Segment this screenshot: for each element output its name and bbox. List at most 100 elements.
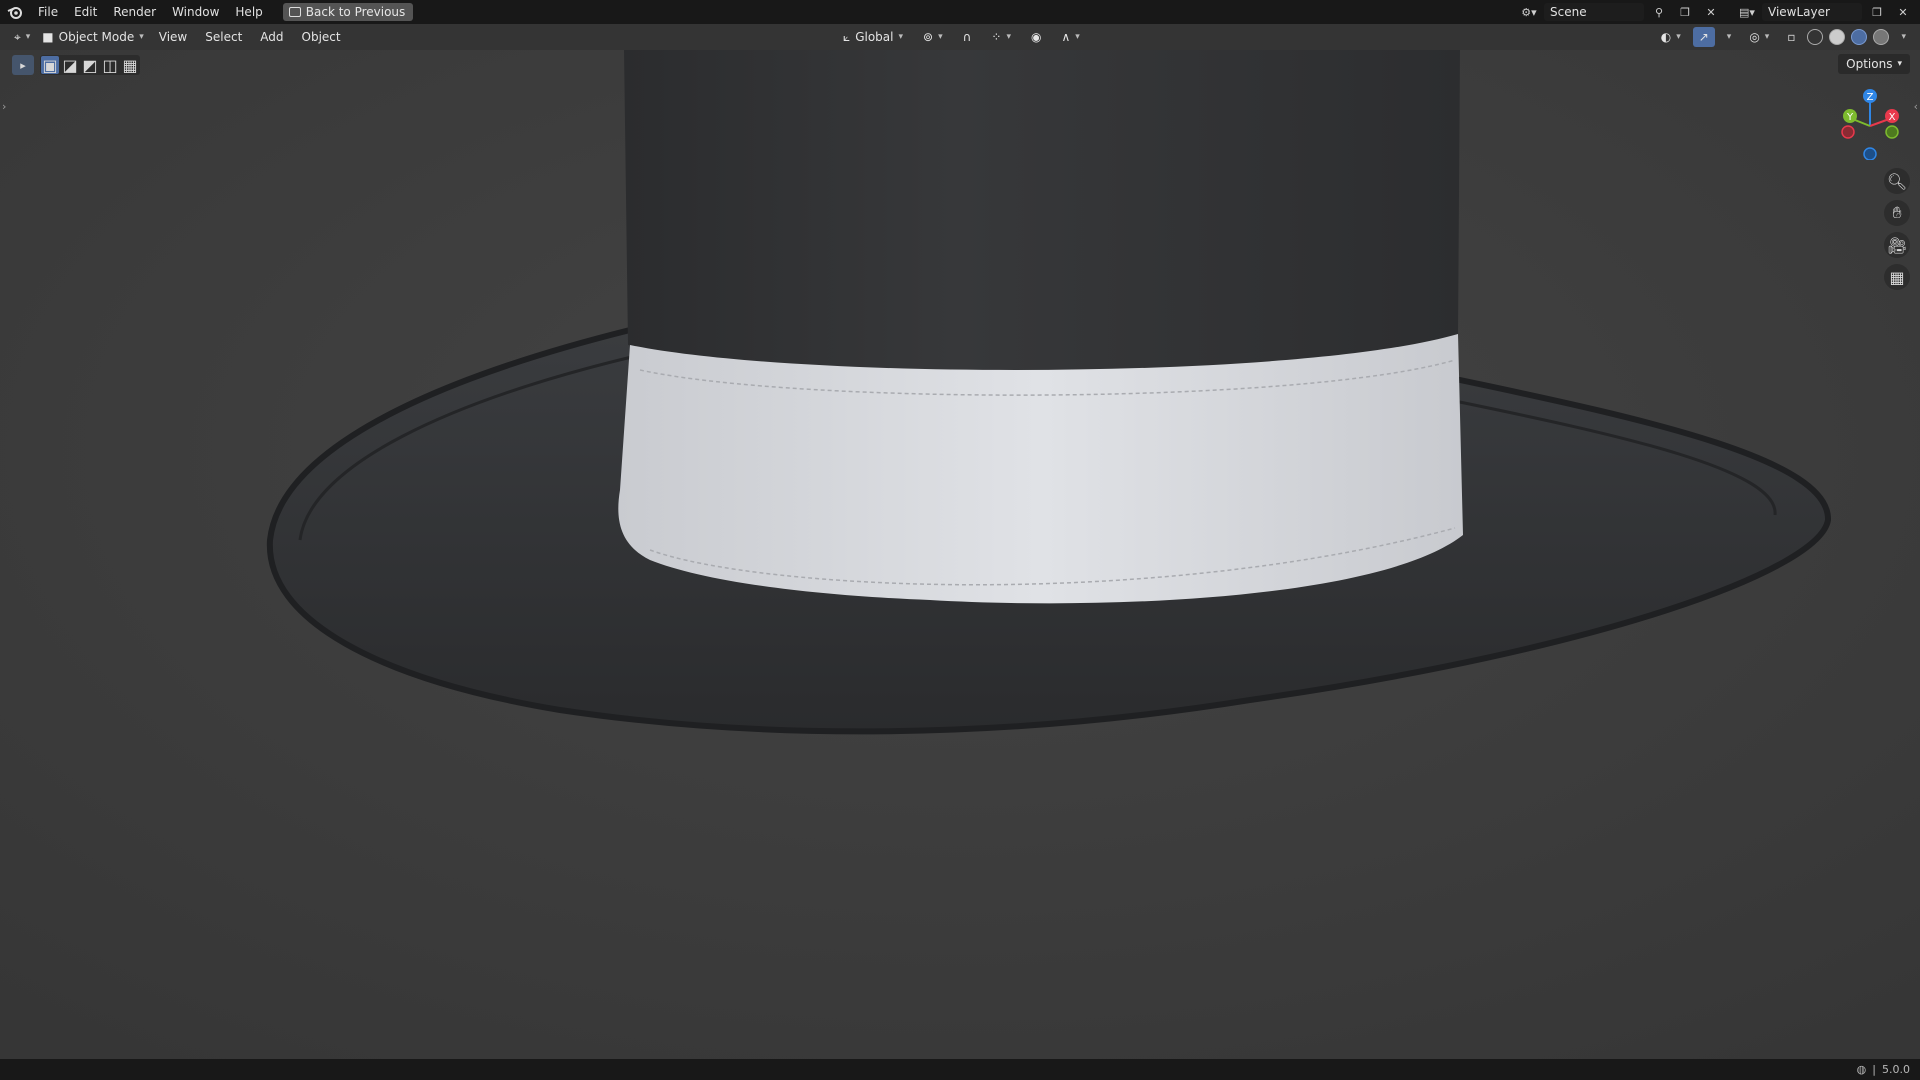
select-intersect-icon[interactable]: ▦ [121, 56, 139, 75]
pan-hand-icon[interactable]: ✋︎ [1884, 200, 1910, 226]
view-layer-browse-icon[interactable]: ▤▾ [1736, 3, 1758, 21]
chevron-down-icon: ▾ [139, 32, 144, 42]
shading-dropdown[interactable]: ▾ [1895, 27, 1912, 47]
neg-x-axis-icon[interactable] [1841, 125, 1855, 139]
scene-browse-icon[interactable]: ⚙▾ [1518, 3, 1540, 21]
select-subtract-icon[interactable]: ◩ [81, 56, 99, 75]
falloff-dropdown[interactable]: ∧ ▾ [1055, 27, 1085, 47]
neg-y-axis-icon[interactable] [1885, 125, 1899, 139]
status-bar: ◍ | 5.0.0 [0, 1059, 1920, 1080]
object-mode-icon: ■ [42, 30, 54, 44]
hat-crown [624, 50, 1460, 371]
grid-snap-icon: ⁘ [991, 30, 1002, 44]
selection-mode-group: ▣ ◪ ◩ ◫ ▦ [40, 55, 140, 75]
globe-icon: ◍ [1856, 1063, 1867, 1076]
chevron-down-icon: ▾ [938, 32, 943, 42]
select-extend-icon[interactable]: ◪ [61, 56, 79, 75]
overlay-icon: ◎ [1749, 30, 1760, 44]
navigation-gizmo[interactable]: Z X Y [1834, 88, 1906, 160]
y-axis-label: Y [1846, 112, 1854, 123]
viewport-header: ⌖ ▾ ■ Object Mode ▾ View Select Add Objec… [0, 24, 1920, 50]
chevron-down-icon: ▾ [1006, 32, 1011, 42]
gizmo-toggle[interactable]: ↗ [1692, 27, 1715, 47]
neg-z-axis-icon[interactable] [1863, 147, 1877, 160]
camera-view-icon[interactable]: 🎥︎ [1884, 232, 1910, 258]
falloff-icon: ∧ [1061, 30, 1071, 44]
menu-window[interactable]: Window [164, 0, 227, 24]
eye-icon: ◐ [1660, 30, 1672, 44]
menu-file[interactable]: File [30, 0, 66, 24]
pivot-dropdown[interactable]: ⊚ ▾ [917, 27, 949, 47]
options-dropdown[interactable]: Options ▾ [1838, 54, 1910, 74]
menu-help[interactable]: Help [227, 0, 270, 24]
navigation-controls: 🔍︎ ✋︎ 🎥︎ ▦ [1884, 168, 1910, 290]
x-axis-label: X [1889, 112, 1896, 123]
delete-view-layer-icon[interactable]: ✕ [1892, 3, 1914, 21]
chevron-down-icon: ▾ [1764, 32, 1770, 42]
snap-toggle[interactable]: ∩ [957, 27, 978, 47]
back-to-previous-button[interactable]: Back to Previous [282, 3, 414, 21]
select-invert-icon[interactable]: ◫ [101, 56, 119, 75]
menu-render[interactable]: Render [105, 0, 164, 24]
wireframe-shading-icon[interactable] [1807, 29, 1824, 45]
menu-select[interactable]: Select [196, 30, 251, 44]
proportional-edit-toggle[interactable]: ◉ [1025, 27, 1047, 47]
select-new-icon[interactable]: ▣ [41, 56, 59, 75]
scene-name: Scene [1550, 5, 1587, 19]
new-scene-icon[interactable]: ❐ [1674, 3, 1696, 21]
xray-toggle[interactable]: ▫ [1781, 27, 1801, 47]
gizmo-dropdown[interactable]: ▾ [1721, 27, 1738, 47]
snap-target-dropdown[interactable]: ⁘ ▾ [985, 27, 1017, 47]
mode-label: Object Mode [58, 30, 135, 44]
perspective-grid-icon[interactable]: ▦ [1884, 264, 1910, 290]
separator: | [1872, 1063, 1876, 1076]
pin-icon[interactable]: ⚲ [1648, 3, 1670, 21]
visibility-dropdown[interactable]: ◐ ▾ [1655, 27, 1687, 47]
back-to-previous-label: Back to Previous [305, 5, 406, 19]
menu-view[interactable]: View [150, 30, 196, 44]
delete-scene-icon[interactable]: ✕ [1700, 3, 1722, 21]
sidebar-expand-icon[interactable]: ‹ [1914, 100, 1918, 113]
axis-icon: ⟀ [843, 29, 851, 44]
editor-type-icon: ⌖ [14, 29, 21, 44]
gizmo-icon: ↗ [1698, 30, 1709, 44]
xray-icon: ▫ [1787, 30, 1796, 44]
orientation-dropdown[interactable]: ⟀ Global ▾ [837, 27, 909, 47]
version-label: 5.0.0 [1882, 1063, 1910, 1076]
chevron-down-icon: ▾ [1897, 59, 1902, 69]
screen-icon [288, 7, 301, 17]
chevron-down-icon: ▾ [25, 32, 31, 42]
cursor-arrow-icon: ▸ [20, 58, 26, 72]
overlay-toggle[interactable]: ◎ ▾ [1743, 27, 1775, 47]
menu-edit[interactable]: Edit [66, 0, 105, 24]
magnet-icon: ∩ [962, 30, 972, 44]
options-label: Options [1846, 57, 1893, 71]
top-menu-bar: File Edit Render Window Help Back to Pre… [0, 0, 1920, 24]
select-tool-button[interactable]: ▸ [12, 55, 34, 75]
menu-object[interactable]: Object [293, 30, 350, 44]
rendered-shading-icon[interactable] [1873, 29, 1890, 45]
menu-add[interactable]: Add [251, 30, 292, 44]
zoom-icon[interactable]: 🔍︎ [1884, 168, 1910, 194]
orientation-label: Global [855, 30, 894, 44]
view-layer-name-field[interactable]: ViewLayer [1762, 3, 1862, 21]
view-layer-name: ViewLayer [1768, 5, 1830, 19]
material-preview-shading-icon[interactable] [1851, 29, 1868, 45]
new-view-layer-icon[interactable]: ❐ [1866, 3, 1888, 21]
hat-band [618, 334, 1463, 604]
scene-controls: ⚙▾ Scene ⚲ ❐ ✕ ▤▾ ViewLayer ❐ ✕ [1518, 0, 1920, 24]
blender-logo-icon[interactable] [0, 0, 30, 24]
mode-dropdown[interactable]: ■ Object Mode ▾ [36, 27, 149, 47]
chevron-down-icon: ▾ [1901, 32, 1906, 42]
tool-settings-row: ▸ ▣ ◪ ◩ ◫ ▦ [12, 54, 140, 76]
scene-name-field[interactable]: Scene [1544, 3, 1644, 21]
shading-tools: ◐ ▾ ↗ ▾ ◎ ▾ ▫ ▾ [1655, 24, 1912, 50]
z-axis-label: Z [1867, 92, 1874, 103]
3d-viewport[interactable] [0, 50, 1920, 1059]
solid-shading-icon[interactable] [1829, 29, 1846, 45]
chevron-down-icon: ▾ [1075, 32, 1080, 42]
chevron-down-icon: ▾ [1726, 32, 1732, 42]
editor-type-dropdown[interactable]: ⌖ ▾ [8, 27, 36, 47]
toolbar-expand-icon[interactable]: › [2, 100, 6, 113]
top-hat-render [0, 50, 1920, 1059]
